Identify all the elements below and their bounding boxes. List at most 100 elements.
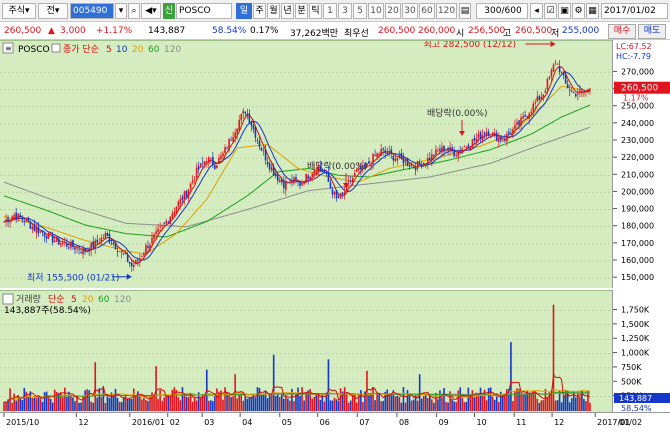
stock-name-field[interactable]: POSCO: [176, 3, 232, 19]
market-mode-select[interactable]: 전▾: [38, 3, 68, 19]
volume-chart[interactable]: 거래량 단순 5 20 60 120 143,887주(58.54%): [0, 291, 612, 413]
candle-body: [280, 179, 283, 183]
candle-body: [278, 179, 281, 182]
volume-bar: [149, 395, 151, 411]
candle-body: [82, 247, 84, 255]
candle-body: [572, 92, 575, 94]
minute-120-button[interactable]: 120: [436, 3, 457, 19]
candle-body: [489, 136, 492, 138]
market-select[interactable]: 주식▾: [2, 3, 36, 19]
volume-bar: [335, 399, 338, 411]
scroll-left-icon[interactable]: ◂: [530, 3, 543, 19]
volume-bar: [424, 394, 427, 411]
minute-30-button[interactable]: 30: [402, 3, 418, 19]
volume-bar: [90, 401, 92, 411]
period-tick-tab[interactable]: 틱: [309, 3, 322, 19]
price-tick-label: 190,000: [621, 205, 654, 214]
candle-body: [406, 159, 409, 166]
search-icon[interactable]: ⌕: [128, 3, 140, 19]
volume-legend-ma20: 20: [82, 295, 94, 305]
candle-body: [431, 154, 433, 161]
sell-button[interactable]: 매도: [638, 24, 666, 39]
volume-bar: [76, 395, 78, 411]
candle-body: [504, 139, 506, 141]
checkbox-icon[interactable]: ☑: [544, 3, 557, 19]
candle-body: [39, 230, 42, 232]
candle-body: [412, 166, 415, 169]
volume-bar: [157, 399, 159, 411]
minute-5-button[interactable]: 5: [353, 3, 367, 19]
volume-bar: [347, 402, 350, 411]
volume-bar: [311, 398, 314, 411]
candle-body: [325, 172, 328, 174]
buy-button[interactable]: 매수: [608, 24, 636, 39]
volume-bar: [114, 388, 117, 411]
date-tick-label: 07: [359, 418, 369, 427]
candle-body: [80, 251, 82, 253]
dividend-annotation: 배당락(0.00%): [307, 160, 367, 172]
period-yearly-tab[interactable]: 년: [281, 3, 294, 19]
candle-body: [532, 103, 535, 111]
candle-body: [151, 237, 153, 244]
volume-bar: [406, 389, 409, 411]
volume-bar: [388, 393, 391, 411]
candle-body: [402, 157, 405, 164]
candle-body: [471, 139, 474, 148]
price-chart-pane[interactable]: 최고 282,500 (12/12) 최저 155,500 (01/21) 배당락(…: [0, 40, 612, 288]
volume-bar: [374, 400, 376, 411]
period-weekly-tab[interactable]: 주: [253, 3, 266, 19]
volume-pane-menu-icon[interactable]: [2, 293, 14, 305]
price-tick-label: 240,000: [621, 119, 654, 128]
stock-code-input[interactable]: 005490: [70, 3, 114, 19]
period-minute-tab[interactable]: 분: [295, 3, 308, 19]
save-icon[interactable]: ▣: [558, 3, 571, 19]
low-annotation-arrowhead: [126, 273, 132, 280]
candle-body: [274, 174, 277, 177]
candle-body: [390, 149, 393, 154]
price-chart[interactable]: 최고 282,500 (12/12) 최저 155,500 (01/21) 배당락(…: [0, 41, 612, 289]
high-annotation: 최고 282,500 (12/12): [424, 41, 516, 50]
volume-bar: [370, 393, 372, 411]
date-field[interactable]: 2017/01/02: [601, 3, 668, 19]
candle-body: [392, 155, 395, 161]
candle-body: [126, 254, 129, 262]
period-monthly-tab[interactable]: 월: [267, 3, 280, 19]
candle-body: [540, 96, 543, 100]
volume-bar: [70, 396, 72, 411]
date-tick-label: 10: [477, 418, 487, 427]
candle-body: [587, 88, 589, 90]
volume-bar: [439, 390, 441, 411]
chart-type-icon[interactable]: ▤: [459, 3, 471, 19]
candle-body: [575, 93, 577, 97]
volume-bar: [570, 398, 573, 411]
candle-body: [404, 160, 407, 162]
volume-bar: [49, 398, 52, 411]
volume-bar: [420, 398, 423, 411]
bar-count-field[interactable]: 300/600: [476, 3, 528, 19]
volume-bar: [207, 400, 210, 411]
candle-body: [31, 226, 34, 230]
volume-bar: [128, 398, 131, 411]
candle-body: [104, 233, 107, 239]
volume-bar: [528, 392, 530, 411]
volume-tick-label: 1,750K: [621, 305, 650, 314]
volume-bar: [183, 395, 186, 411]
volume-bar: [441, 397, 443, 411]
minute-1-button[interactable]: 1: [323, 3, 337, 19]
volume-chart-pane[interactable]: 거래량 단순 5 20 60 120 143,887주(58.54%): [0, 290, 612, 412]
legend-settings-icon[interactable]: [51, 43, 61, 53]
minute-20-button[interactable]: 20: [385, 3, 401, 19]
calendar-toggle-icon[interactable]: ▦: [586, 3, 599, 19]
settings-icon[interactable]: ⚙: [572, 3, 585, 19]
high-price: 260,500: [515, 26, 553, 36]
volume-bar: [524, 394, 526, 411]
code-dropdown-icon[interactable]: ▾: [115, 3, 127, 19]
minute-10-button[interactable]: 10: [368, 3, 384, 19]
prev-stock-icon[interactable]: ◀▾: [141, 3, 161, 19]
lc-label: LC:67.52: [616, 42, 652, 51]
minute-60-button[interactable]: 60: [419, 3, 435, 19]
period-daily-tab[interactable]: 일: [236, 3, 252, 19]
minute-3-button[interactable]: 3: [338, 3, 352, 19]
volume-bar: [47, 395, 50, 411]
volume-bar: [203, 394, 206, 411]
